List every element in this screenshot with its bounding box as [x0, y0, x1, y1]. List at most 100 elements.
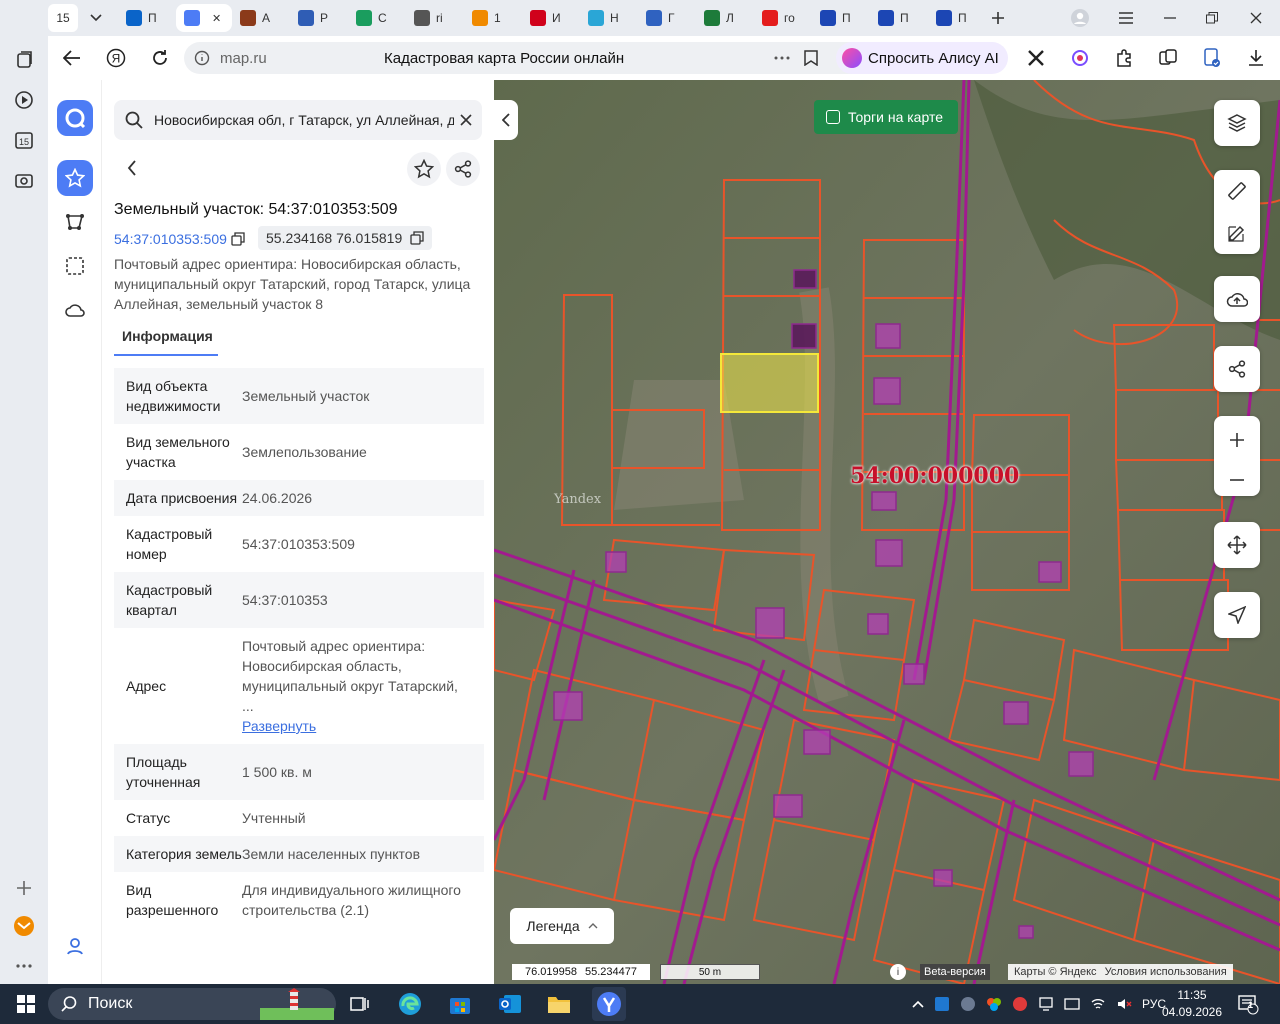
browser-tab[interactable]: Л — [696, 4, 754, 32]
restore-icon[interactable] — [1190, 0, 1234, 36]
collections-icon[interactable] — [12, 48, 36, 72]
back-arrow-icon[interactable] — [50, 36, 94, 80]
tray-volume-muted-icon[interactable] — [1116, 996, 1132, 1012]
add-panel-icon[interactable] — [12, 876, 36, 900]
ruler-icon[interactable] — [1227, 181, 1247, 201]
more-icon[interactable] — [12, 954, 36, 978]
close-tab-icon[interactable]: ✕ — [212, 12, 221, 25]
locate-me-button[interactable] — [1214, 592, 1260, 638]
browser-tab[interactable]: П — [812, 4, 870, 32]
mail-app-icon[interactable] — [12, 914, 36, 938]
zoom-in-icon[interactable] — [1229, 432, 1245, 448]
tray-display-icon[interactable] — [1064, 996, 1080, 1012]
bookmark-icon[interactable] — [804, 50, 818, 66]
translate-icon[interactable] — [1146, 36, 1190, 80]
security-check-icon[interactable] — [1190, 36, 1234, 80]
notifications-icon[interactable]: 1 — [1234, 990, 1262, 1018]
share-map-button[interactable] — [1214, 346, 1260, 392]
browser-tab[interactable]: П — [118, 4, 176, 32]
share-button[interactable] — [446, 152, 480, 186]
user-account-icon[interactable] — [63, 934, 87, 958]
copy-icon[interactable] — [410, 231, 424, 245]
selected-parcel[interactable] — [720, 353, 819, 413]
minimize-icon[interactable] — [1148, 0, 1192, 36]
new-tab-button[interactable] — [986, 4, 1010, 32]
calendar-icon[interactable]: 15 — [12, 128, 36, 152]
screenshot-icon[interactable] — [12, 168, 36, 192]
tray-antivirus-icon[interactable] — [1012, 996, 1028, 1012]
expand-address-link[interactable]: Развернуть — [242, 716, 472, 736]
copy-icon[interactable] — [231, 232, 245, 246]
taskbar-clock[interactable]: 11:35 04.09.2026 — [1160, 987, 1224, 1021]
collapse-panel-button[interactable] — [494, 100, 518, 140]
browser-menu-icon[interactable] — [1104, 0, 1148, 36]
file-explorer-icon[interactable] — [544, 990, 574, 1018]
cloud-icon[interactable] — [63, 298, 87, 322]
yandex-home-icon[interactable]: Я — [94, 36, 138, 80]
browser-tab[interactable]: Н — [580, 4, 638, 32]
video-icon[interactable] — [12, 88, 36, 112]
yandex-browser-taskbar-icon[interactable] — [592, 987, 626, 1021]
browser-tab[interactable]: С — [348, 4, 406, 32]
favorites-star-icon[interactable] — [57, 160, 93, 196]
extension-tool-icon[interactable] — [1014, 36, 1058, 80]
search-input[interactable]: Новосибирская обл, г Татарск, ул Аллейна… — [154, 112, 454, 128]
outlook-icon[interactable] — [496, 990, 524, 1018]
taskbar-search[interactable]: Поиск — [48, 988, 336, 1020]
profile-icon[interactable] — [1068, 4, 1092, 32]
auction-checkbox[interactable] — [826, 110, 840, 124]
address-bar[interactable]: map.ru Кадастровая карта России онлайн — [184, 42, 878, 74]
extensions-puzzle-icon[interactable] — [1102, 36, 1146, 80]
browser-tab[interactable]: И — [522, 4, 580, 32]
upload-button[interactable] — [1214, 276, 1260, 322]
satellite-map[interactable] — [494, 80, 1280, 984]
browser-tab[interactable]: ri — [406, 4, 464, 32]
windows-start-icon[interactable] — [12, 990, 40, 1018]
browser-tab[interactable]: 1 — [464, 4, 522, 32]
map-ru-logo-icon[interactable] — [57, 100, 93, 136]
tray-app-icon[interactable] — [934, 996, 950, 1012]
browser-tab[interactable]: Р — [290, 4, 348, 32]
search-field[interactable]: Новосибирская обл, г Татарск, ул Аллейна… — [114, 100, 482, 140]
clear-search-icon[interactable] — [460, 114, 472, 126]
tab-information[interactable]: Информация — [114, 324, 218, 356]
close-window-icon[interactable] — [1234, 0, 1278, 36]
browser-tab[interactable]: го — [754, 4, 812, 32]
microsoft-store-icon[interactable] — [446, 990, 474, 1018]
browser-tab[interactable]: П — [870, 4, 928, 32]
coordinates-chip[interactable]: 55.234168 76.015819 — [258, 226, 433, 250]
edge-browser-icon[interactable] — [396, 990, 424, 1018]
selection-area-icon[interactable] — [63, 254, 87, 278]
layers-button[interactable] — [1214, 100, 1260, 146]
polygon-tool-icon[interactable] — [63, 210, 87, 234]
map-view[interactable]: Yandex 54:00:000000 Торги на карте Леген… — [494, 80, 1280, 984]
site-info-icon[interactable] — [194, 50, 210, 66]
zoom-out-icon[interactable] — [1229, 478, 1245, 481]
favorite-button[interactable] — [407, 152, 441, 186]
legend-button[interactable]: Легенда — [510, 908, 614, 944]
browser-tab[interactable]: А — [232, 4, 290, 32]
auction-toggle[interactable]: Торги на карте — [814, 100, 958, 134]
tray-colors-icon[interactable] — [986, 996, 1002, 1012]
browser-tab[interactable]: П — [928, 4, 986, 32]
tray-security-icon[interactable] — [960, 996, 976, 1012]
browser-tab[interactable]: ✕ — [176, 4, 232, 32]
tab-list-chevron-icon[interactable] — [82, 4, 110, 32]
page-actions-icon[interactable] — [774, 56, 790, 60]
task-view-icon[interactable] — [346, 990, 374, 1018]
ask-alice-button[interactable]: Спросить Алису AI — [836, 42, 1008, 74]
back-button[interactable] — [116, 152, 148, 184]
reload-icon[interactable] — [138, 36, 182, 80]
terms-link[interactable]: Условия использования — [1105, 966, 1227, 978]
tray-network-icon[interactable] — [1038, 996, 1054, 1012]
tray-chevron-up-icon[interactable] — [912, 1000, 924, 1008]
tab-counter[interactable]: 15 — [48, 4, 78, 32]
edit-icon[interactable] — [1227, 223, 1247, 243]
info-icon[interactable]: i — [890, 964, 906, 980]
tray-wifi-icon[interactable] — [1090, 996, 1106, 1012]
cadastral-number-link[interactable]: 54:37:010353:509 — [114, 231, 245, 247]
browser-tab[interactable]: Г — [638, 4, 696, 32]
pan-button[interactable] — [1214, 522, 1260, 568]
vpn-extension-icon[interactable] — [1058, 36, 1102, 80]
downloads-icon[interactable] — [1234, 36, 1278, 80]
